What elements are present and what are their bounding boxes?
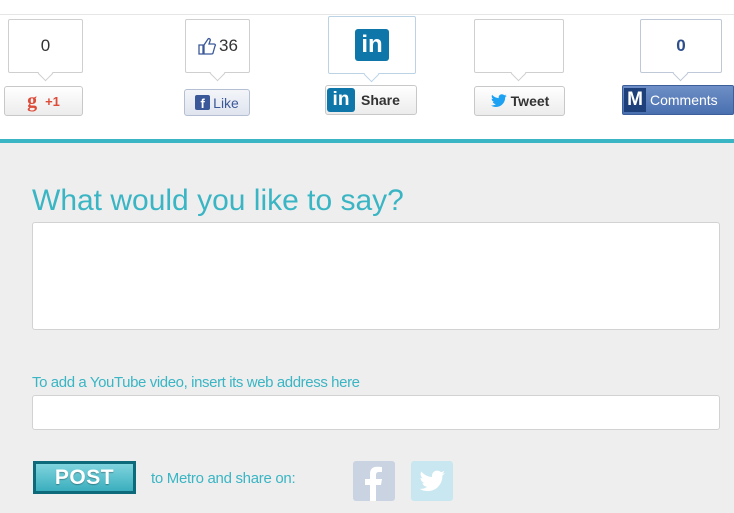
facebook-like-button[interactable]: f Like [184, 89, 250, 116]
comments-button[interactable]: M Comments [622, 85, 734, 115]
comments-count-box: 0 [640, 19, 722, 82]
youtube-label: To add a YouTube video, insert its web a… [32, 374, 360, 391]
google-plus-icon: g [27, 89, 38, 112]
tweet-button[interactable]: Tweet [474, 86, 565, 116]
facebook-icon [365, 466, 382, 501]
metro-comments-icon: M [624, 88, 646, 112]
post-button[interactable]: POST [33, 461, 136, 494]
linkedin-share-button[interactable]: in Share [325, 85, 417, 115]
facebook-count-row: 36 [186, 20, 249, 72]
gplus-label: +1 [45, 93, 60, 109]
facebook-share-toggle[interactable] [353, 461, 395, 501]
twitter-bird-icon [490, 94, 507, 107]
facebook-count-box: 36 [185, 19, 250, 82]
comment-heading: What would you like to say? [32, 184, 404, 217]
facebook-like-icon: f [195, 95, 211, 111]
twitter-share-toggle[interactable] [411, 461, 453, 501]
gplus-button[interactable]: g +1 [4, 86, 83, 116]
gplus-count: 0 [40, 36, 51, 55]
youtube-url-input[interactable] [32, 395, 720, 430]
twitter-icon [419, 470, 445, 492]
facebook-count: 36 [219, 36, 238, 55]
facebook-like-label: Like [213, 94, 239, 111]
linkedin-count-box: in [328, 16, 416, 83]
share-on-text: to Metro and share on: [151, 470, 296, 487]
comments-label: Comments [650, 92, 718, 108]
share-bar: 0 g +1 36 f Like in in Share Tweet 0 M C… [0, 0, 734, 140]
comment-textarea[interactable] [32, 222, 720, 330]
linkedin-icon: in [355, 29, 389, 61]
linkedin-share-icon: in [327, 88, 355, 112]
linkedin-logo-wrap: in [329, 17, 415, 73]
tweet-label: Tweet [510, 93, 550, 109]
linkedin-share-label: Share [361, 92, 400, 108]
twitter-count [475, 20, 563, 72]
comments-count: 0 [676, 36, 686, 55]
thumbs-up-icon [198, 37, 217, 55]
twitter-count-box [474, 19, 564, 82]
gplus-count-box: 0 [8, 19, 83, 82]
